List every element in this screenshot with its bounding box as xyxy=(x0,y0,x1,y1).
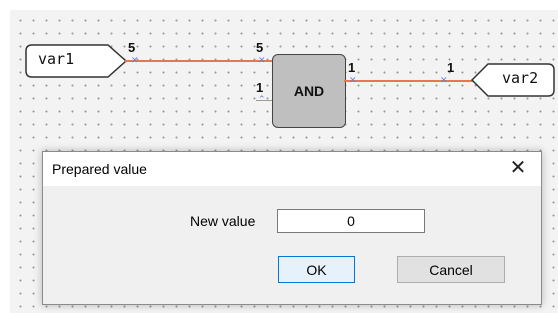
new-value-label: New value xyxy=(190,213,256,229)
ok-button[interactable]: OK xyxy=(278,256,355,283)
connector-mark: ✕ xyxy=(258,55,266,65)
wire-var1-to-and xyxy=(125,60,272,62)
pin-value-and-in2: 1 xyxy=(256,80,264,95)
pin-value-var2-in: 1 xyxy=(447,60,455,75)
new-value-input[interactable] xyxy=(277,209,425,233)
dialog-titlebar[interactable]: Prepared value ✕ xyxy=(43,152,541,186)
prepared-value-dialog: Prepared value ✕ New value OK Cancel xyxy=(42,151,542,305)
pin-value-and-out: 1 xyxy=(348,60,356,75)
pin-value-var1-out: 5 xyxy=(128,40,136,55)
dialog-title: Prepared value xyxy=(52,161,147,177)
pin-value-and-in1: 5 xyxy=(256,40,264,55)
cancel-button[interactable]: Cancel xyxy=(397,256,505,283)
var2-label: var2 xyxy=(502,69,539,87)
and-function-block[interactable]: AND xyxy=(272,54,346,128)
connector-mark: ✕ xyxy=(131,55,139,65)
close-icon[interactable]: ✕ xyxy=(495,152,541,186)
connector-mark: ✕ xyxy=(440,75,448,85)
var1-label: var1 xyxy=(38,50,75,68)
connector-mark: ✕ xyxy=(349,75,357,85)
connector-mark: ⌃ xyxy=(258,94,266,104)
